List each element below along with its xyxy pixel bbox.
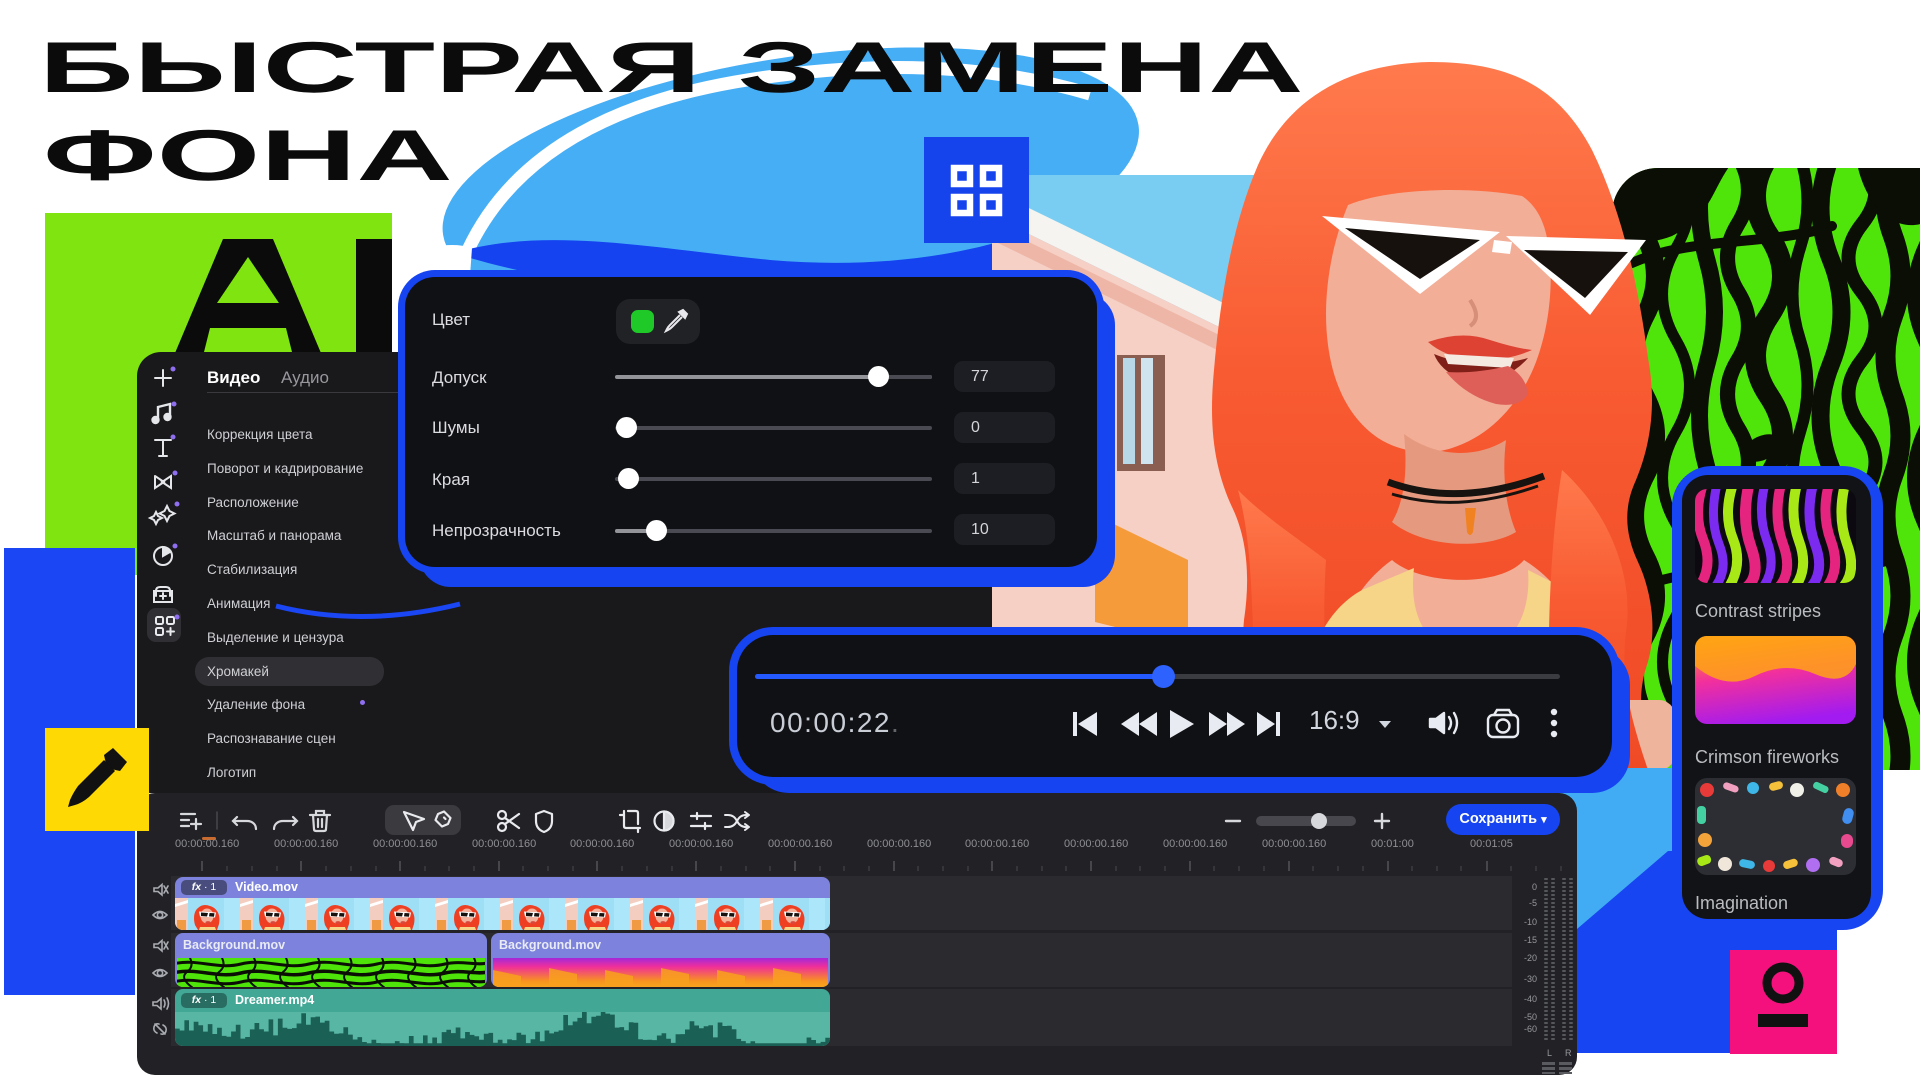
svg-text:R: R: [1565, 1048, 1572, 1058]
svg-text:L: L: [1547, 1048, 1552, 1058]
